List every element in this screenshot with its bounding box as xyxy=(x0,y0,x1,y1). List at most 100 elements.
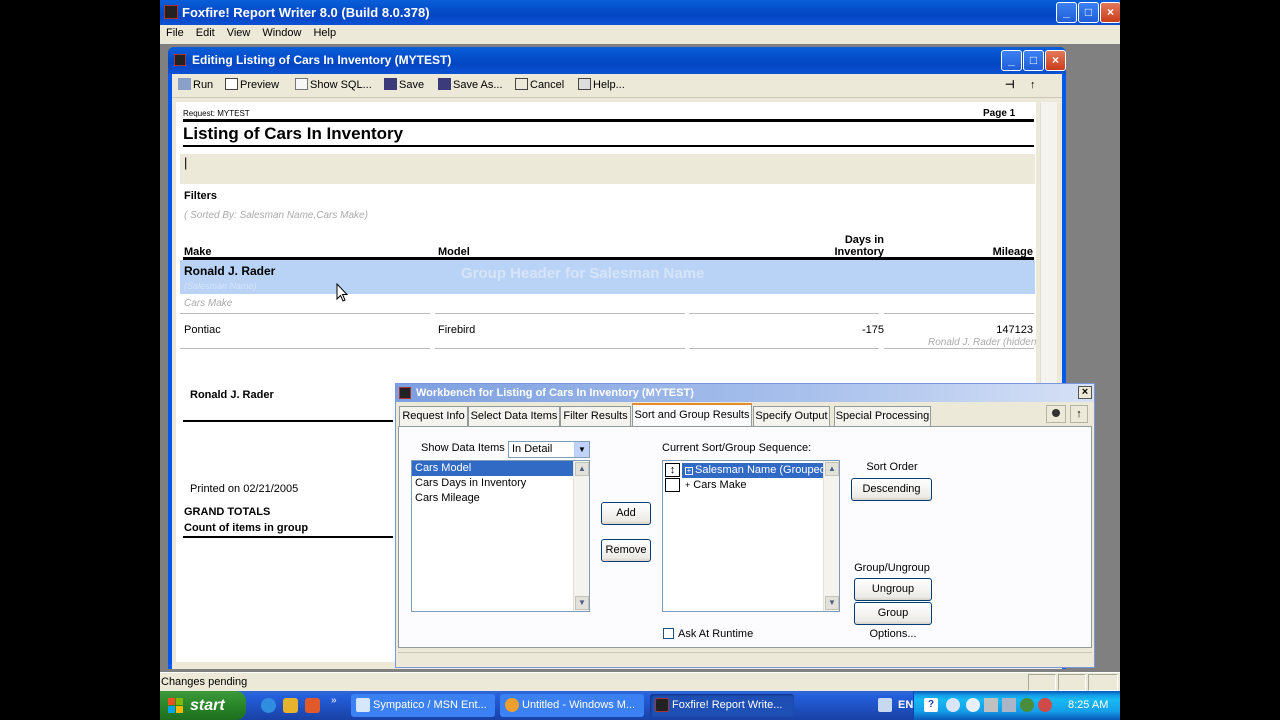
minimize-button[interactable]: _ xyxy=(1056,2,1077,23)
row-handle[interactable] xyxy=(665,478,680,492)
help-icon xyxy=(578,78,591,90)
ungroup-button[interactable]: Ungroup xyxy=(854,578,932,601)
ask-runtime-label: Ask At Runtime xyxy=(678,628,754,640)
descending-button[interactable]: Descending xyxy=(851,478,932,501)
pin-icon[interactable]: ⊣ xyxy=(1005,77,1015,95)
save-button[interactable]: Save xyxy=(384,77,424,95)
remove-button[interactable]: Remove xyxy=(601,539,651,562)
list-item[interactable]: Cars Mileage xyxy=(412,491,589,506)
pen-icon[interactable] xyxy=(878,698,892,712)
group-header-band[interactable]: Ronald J. Rader Group Header for Salesma… xyxy=(180,260,1035,294)
tray-app-icon[interactable] xyxy=(1020,698,1034,712)
security-icon[interactable] xyxy=(1038,698,1052,712)
ask-runtime-checkbox[interactable] xyxy=(663,628,674,639)
page-label: Page 1 xyxy=(983,108,1016,119)
chevron-right-icon[interactable]: » xyxy=(331,695,337,706)
pin-icon xyxy=(1052,409,1060,417)
sort-order-label: Sort Order xyxy=(866,461,918,473)
list-item[interactable]: Cars Days in Inventory xyxy=(412,476,589,491)
menu-file[interactable]: File xyxy=(160,25,190,39)
separator xyxy=(884,313,1034,314)
tab-specify-output[interactable]: Specify Output xyxy=(753,406,830,426)
tab-request-info[interactable]: Request Info xyxy=(399,406,468,426)
subtitle-band[interactable]: | xyxy=(180,154,1035,184)
tab-sort-and-group[interactable]: Sort and Group Results xyxy=(632,403,752,427)
column-days-line1: Days in xyxy=(844,234,884,246)
close-button[interactable]: × xyxy=(1100,2,1120,23)
report-title[interactable]: Listing of Cars In Inventory xyxy=(183,124,403,144)
windows-logo-icon xyxy=(168,698,183,713)
preview-button[interactable]: Preview xyxy=(225,77,279,95)
back-icon[interactable] xyxy=(966,698,980,712)
taskbar: start » Sympatico / MSN Ent... Untitled … xyxy=(160,691,1120,720)
cancel-button[interactable]: Cancel xyxy=(515,77,564,95)
list-scrollbar[interactable]: ▲ ▼ xyxy=(823,461,839,611)
language-indicator[interactable]: EN xyxy=(898,699,913,711)
detail-days[interactable]: -175 xyxy=(816,324,884,336)
separator xyxy=(884,348,1034,349)
sort-sequence-list[interactable]: ↕ + Salesman Name (Grouped) + Cars Make ▲ … xyxy=(662,460,840,612)
volume-icon[interactable] xyxy=(984,698,998,712)
list-item[interactable]: Cars Model xyxy=(412,461,589,476)
save-icon xyxy=(384,78,397,90)
group-options-button[interactable]: Group Options... xyxy=(854,602,932,640)
available-items-list[interactable]: Cars Model Cars Days in Inventory Cars M… xyxy=(411,460,590,612)
group-header-caption: Group Header for Salesman Name xyxy=(461,265,705,282)
list-scrollbar[interactable]: ▲ ▼ xyxy=(573,461,589,611)
scroll-up-icon[interactable]: ▲ xyxy=(575,462,589,476)
arrow-up-icon[interactable]: ↑ xyxy=(1070,405,1088,423)
group-field-cars-make: Cars Make xyxy=(184,298,233,309)
tab-select-data-items[interactable]: Select Data Items xyxy=(468,406,560,426)
detail-model[interactable]: Firebird xyxy=(438,324,475,336)
document-icon xyxy=(295,78,308,90)
separator xyxy=(689,313,879,314)
show-data-items-select[interactable]: In Detail ▼ xyxy=(508,441,590,458)
text-cursor: | xyxy=(184,155,188,170)
menu-bar: File Edit View Window Help xyxy=(160,25,1120,44)
status-text: Changes pending xyxy=(161,676,248,688)
menu-edit[interactable]: Edit xyxy=(190,25,221,39)
detail-make[interactable]: Pontiac xyxy=(184,324,221,336)
title-rule xyxy=(183,119,1034,122)
tab-filter-results[interactable]: Filter Results xyxy=(560,406,631,426)
pin-tool-button[interactable] xyxy=(1046,405,1066,423)
help-icon[interactable]: ? xyxy=(924,698,938,712)
taskbar-item-foxfire[interactable]: Foxfire! Report Write... xyxy=(650,694,794,717)
connection-icon[interactable] xyxy=(1002,698,1016,712)
run-button[interactable]: Run xyxy=(178,77,213,95)
group-footer-name[interactable]: Ronald J. Rader xyxy=(190,389,274,401)
detail-mileage[interactable]: 147123 xyxy=(936,324,1033,336)
editor-close-button[interactable]: × xyxy=(1045,50,1066,71)
status-panel xyxy=(1028,674,1056,691)
help-button[interactable]: Help... xyxy=(578,77,625,95)
scroll-down-icon[interactable]: ▼ xyxy=(575,596,589,610)
taskbar-item-windows-movie[interactable]: Untitled - Windows M... xyxy=(500,694,644,717)
arrow-up-icon[interactable]: ↑ xyxy=(1030,77,1036,95)
editor-maximize-button[interactable]: □ xyxy=(1023,50,1044,71)
sequence-item-cars-make[interactable]: + Cars Make xyxy=(682,478,823,493)
clock[interactable]: 8:25 AM xyxy=(1068,699,1108,711)
media-icon[interactable] xyxy=(305,698,320,713)
show-sql-button[interactable]: Show SQL... xyxy=(295,77,372,95)
scroll-down-icon[interactable]: ▼ xyxy=(825,596,839,610)
add-button[interactable]: Add xyxy=(601,502,651,525)
start-button[interactable]: start xyxy=(160,691,246,720)
menu-window[interactable]: Window xyxy=(256,25,307,39)
move-arrows-icon[interactable]: ↕ xyxy=(665,463,680,477)
taskbar-item-sympatico[interactable]: Sympatico / MSN Ent... xyxy=(351,694,495,717)
tab-special-processing[interactable]: Special Processing xyxy=(834,406,931,426)
internet-explorer-icon[interactable] xyxy=(261,698,276,713)
network-icon[interactable] xyxy=(946,698,960,712)
editor-minimize-button[interactable]: _ xyxy=(1001,50,1022,71)
maximize-button[interactable]: □ xyxy=(1078,2,1099,23)
title-rule-bottom xyxy=(183,145,1034,147)
outlook-icon[interactable] xyxy=(283,698,298,713)
save-as-button[interactable]: Save As... xyxy=(438,77,503,95)
sequence-item-salesman[interactable]: + Salesman Name (Grouped) xyxy=(682,463,830,478)
scroll-up-icon[interactable]: ▲ xyxy=(825,462,839,476)
filters-label: Filters xyxy=(184,190,218,202)
editor-title: Editing Listing of Cars In Inventory (MY… xyxy=(192,53,452,67)
workbench-close-button[interactable]: × xyxy=(1078,386,1092,399)
menu-view[interactable]: View xyxy=(221,25,257,39)
menu-help[interactable]: Help xyxy=(307,25,342,39)
